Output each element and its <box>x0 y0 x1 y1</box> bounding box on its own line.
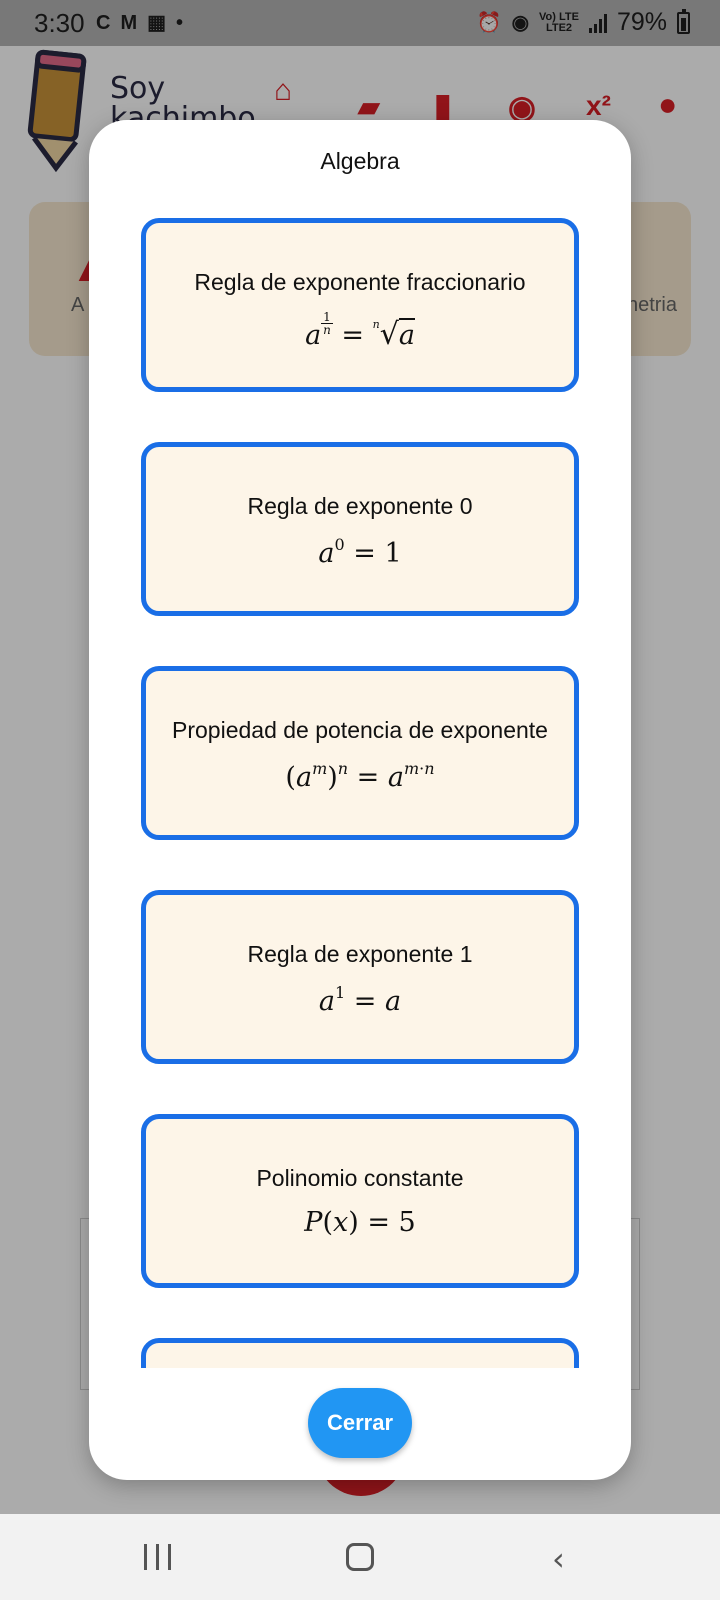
formula-expression: a0 = 1 <box>318 535 402 569</box>
formula-card-title: Regla de exponente 1 <box>247 941 473 967</box>
back-icon[interactable]: ‹ <box>552 1540 565 1578</box>
formula-card-title: Propiedad de potencia de exponente <box>172 717 548 743</box>
modal-title: Algebra <box>320 148 400 174</box>
formula-modal: Algebra Regla de exponente fraccionario … <box>89 120 631 1480</box>
formula-expression: P(x) = 5 <box>304 1207 416 1238</box>
close-button[interactable]: Cerrar <box>308 1388 412 1458</box>
formula-card[interactable]: Propiedad de potencia de exponente (am)n… <box>141 666 579 840</box>
formula-card-title: Regla de exponente 0 <box>247 493 473 519</box>
formula-card[interactable]: Regla de exponente fraccionario a1n = n√… <box>141 218 579 392</box>
formula-expression: (am)n = am·n <box>285 759 435 793</box>
system-navigation-bar: ‹ <box>0 1514 720 1600</box>
formula-expression: a1 = a <box>318 983 402 1017</box>
formula-card-title: Polinomio constante <box>256 1165 464 1191</box>
recent-apps-icon[interactable] <box>144 1544 171 1570</box>
home-button-icon[interactable] <box>346 1543 374 1571</box>
formula-card[interactable] <box>141 1338 579 1368</box>
formula-card-title: Regla de exponente fraccionario <box>194 269 526 295</box>
formula-card[interactable]: Polinomio constante P(x) = 5 <box>141 1114 579 1288</box>
formula-list[interactable]: Regla de exponente fraccionario a1n = n√… <box>141 218 579 1368</box>
formula-card[interactable]: Regla de exponente 0 a0 = 1 <box>141 442 579 616</box>
formula-card[interactable]: Regla de exponente 1 a1 = a <box>141 890 579 1064</box>
formula-expression: a1n = n√a <box>305 310 415 352</box>
